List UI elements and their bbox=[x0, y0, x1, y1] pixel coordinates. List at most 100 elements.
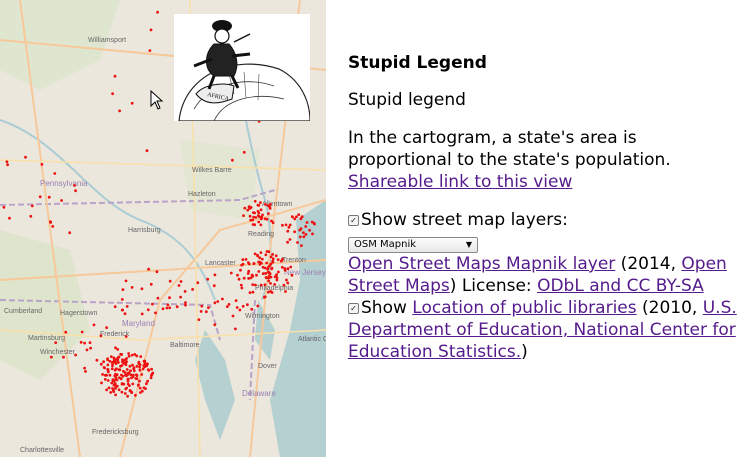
library-point bbox=[252, 215, 256, 219]
library-point bbox=[99, 334, 103, 338]
library-point bbox=[74, 353, 77, 357]
library-point bbox=[131, 382, 135, 386]
library-point bbox=[130, 376, 133, 380]
library-point bbox=[247, 277, 251, 280]
library-point bbox=[302, 231, 305, 235]
library-point bbox=[177, 284, 181, 287]
library-point bbox=[265, 217, 269, 221]
library-point bbox=[114, 384, 117, 388]
library-point bbox=[102, 366, 106, 369]
library-point bbox=[284, 290, 287, 293]
library-point bbox=[149, 376, 153, 380]
library-point bbox=[105, 373, 108, 377]
osm-layer-link[interactable]: Open Street Maps Mapnik layer bbox=[348, 254, 615, 274]
library-point bbox=[140, 312, 144, 316]
library-point bbox=[101, 373, 104, 376]
library-point bbox=[276, 258, 280, 261]
library-point bbox=[29, 214, 33, 218]
library-point bbox=[114, 376, 118, 379]
library-point bbox=[206, 277, 210, 281]
library-point bbox=[109, 391, 113, 394]
library-point bbox=[266, 204, 270, 208]
street-layers-checkbox[interactable]: ✓ bbox=[348, 214, 359, 226]
library-point bbox=[271, 221, 275, 225]
library-point bbox=[248, 214, 252, 218]
library-point bbox=[200, 304, 204, 308]
library-point bbox=[251, 290, 255, 294]
license-link[interactable]: ODbL and CC BY-SA bbox=[537, 276, 704, 296]
library-point bbox=[149, 28, 153, 32]
library-point bbox=[134, 393, 137, 397]
library-point bbox=[123, 392, 127, 395]
library-point bbox=[130, 353, 134, 357]
library-point bbox=[5, 160, 9, 164]
library-point bbox=[113, 305, 117, 309]
map-view[interactable]: Wilkes Barre Hazleton Harrisburg Lancaster R… bbox=[0, 0, 326, 457]
library-point bbox=[150, 367, 154, 371]
library-point bbox=[259, 223, 263, 227]
library-point bbox=[229, 271, 233, 275]
library-point bbox=[99, 362, 103, 366]
library-point bbox=[106, 363, 110, 367]
library-point bbox=[108, 359, 112, 363]
library-point bbox=[251, 223, 255, 226]
library-point bbox=[259, 283, 263, 287]
library-point bbox=[116, 348, 120, 351]
library-point bbox=[242, 276, 246, 280]
library-point bbox=[111, 364, 114, 368]
library-point bbox=[286, 229, 290, 233]
place-label: Charlottesville bbox=[20, 447, 64, 454]
panel-title: Stupid Legend bbox=[348, 53, 487, 73]
libraries-prefix: Show bbox=[361, 298, 413, 318]
library-point bbox=[234, 299, 238, 302]
shareable-link[interactable]: Shareable link to this view bbox=[348, 172, 572, 192]
library-point bbox=[271, 259, 275, 263]
library-point bbox=[231, 314, 235, 318]
library-point bbox=[297, 213, 301, 217]
library-point bbox=[258, 256, 262, 260]
library-point bbox=[264, 272, 267, 275]
library-point bbox=[110, 367, 114, 371]
library-point bbox=[168, 296, 171, 300]
place-label: Reading bbox=[248, 231, 274, 238]
library-point bbox=[138, 368, 142, 372]
library-point bbox=[242, 214, 245, 218]
layer-select[interactable]: OSM Mapnik ▼ bbox=[348, 237, 478, 253]
library-point bbox=[129, 369, 132, 373]
library-point bbox=[251, 283, 255, 286]
library-point bbox=[132, 369, 136, 373]
libraries-link[interactable]: Location of public libraries bbox=[412, 298, 636, 318]
library-point bbox=[239, 283, 243, 287]
library-point bbox=[241, 258, 245, 261]
library-point bbox=[264, 253, 268, 257]
libraries-checkbox[interactable]: ✓ bbox=[348, 302, 359, 314]
library-point bbox=[183, 290, 187, 293]
library-point bbox=[247, 262, 251, 266]
libraries-year: (2010, bbox=[636, 298, 703, 318]
library-point bbox=[227, 303, 231, 306]
library-point bbox=[146, 379, 150, 383]
library-point bbox=[118, 368, 122, 372]
library-point bbox=[265, 250, 269, 253]
library-point bbox=[124, 373, 128, 377]
library-point bbox=[118, 109, 121, 113]
library-point bbox=[114, 393, 117, 397]
library-point bbox=[264, 276, 268, 279]
legend-panel: Stupid Legend Stupid legend In the carto… bbox=[348, 52, 738, 363]
place-label: Hazleton bbox=[188, 191, 216, 198]
library-point bbox=[289, 265, 293, 269]
library-point bbox=[125, 357, 128, 360]
library-point bbox=[263, 283, 267, 287]
library-point bbox=[113, 74, 117, 78]
library-point bbox=[50, 355, 53, 359]
library-point bbox=[304, 225, 308, 228]
place-label: Trenton bbox=[282, 257, 306, 264]
library-point bbox=[300, 244, 303, 248]
place-label: Williamsport bbox=[88, 37, 126, 44]
library-point bbox=[293, 217, 297, 221]
library-point bbox=[184, 303, 187, 307]
library-point bbox=[277, 270, 280, 274]
library-point bbox=[257, 211, 261, 215]
library-point bbox=[138, 386, 142, 390]
library-point bbox=[80, 330, 84, 334]
